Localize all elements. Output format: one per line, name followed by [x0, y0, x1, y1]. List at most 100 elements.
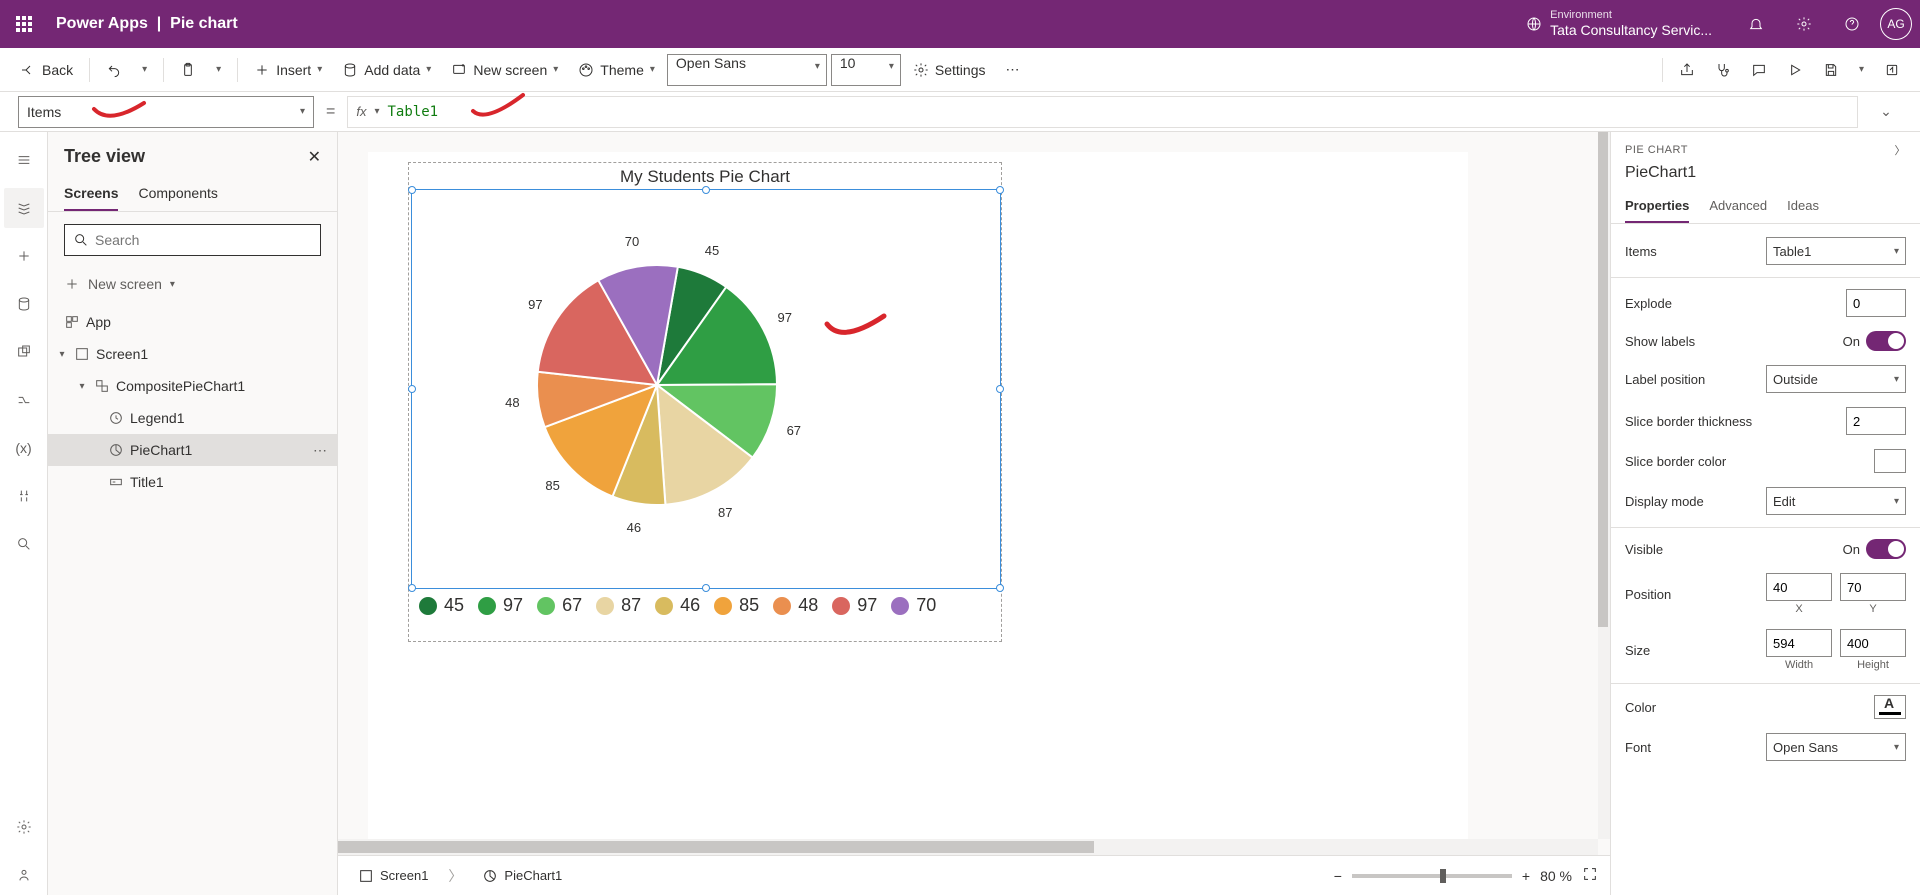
play-button[interactable]: [1779, 54, 1811, 86]
annotation-check-icon: [89, 99, 149, 125]
fit-screen-button[interactable]: [1582, 866, 1598, 885]
resize-handle[interactable]: [408, 385, 416, 393]
resize-handle[interactable]: [702, 584, 710, 592]
resize-handle[interactable]: [996, 584, 1004, 592]
rail-media-icon[interactable]: [4, 332, 44, 372]
breadcrumb-screen[interactable]: Screen1: [350, 864, 436, 888]
formula-input[interactable]: fx ▾ Table1: [347, 96, 1858, 128]
more-button[interactable]: ⋯: [997, 54, 1027, 86]
prop-labelpos-select[interactable]: Outside: [1766, 365, 1906, 393]
font-size-input[interactable]: 10: [831, 54, 901, 86]
pie-slice-label: 46: [627, 520, 641, 535]
pie-slice-label: 67: [787, 423, 801, 438]
tree-new-screen-button[interactable]: New screen▾: [64, 270, 321, 298]
close-tree-button[interactable]: ✕: [308, 147, 321, 167]
horizontal-scrollbar[interactable]: [338, 839, 1598, 855]
comments-button[interactable]: [1743, 54, 1775, 86]
expand-formula-button[interactable]: ⌄: [1870, 103, 1902, 120]
notifications-icon[interactable]: [1736, 4, 1776, 44]
checker-button[interactable]: [1707, 54, 1739, 86]
theme-button[interactable]: Theme▾: [570, 54, 663, 86]
back-button[interactable]: Back: [12, 54, 81, 86]
rail-variables-icon[interactable]: (x): [4, 428, 44, 468]
prop-bordercolor-swatch[interactable]: [1874, 449, 1906, 473]
pie-slice-label: 97: [778, 310, 792, 325]
prop-y-input[interactable]: [1840, 573, 1906, 601]
zoom-in-button[interactable]: +: [1522, 868, 1530, 884]
stethoscope-icon: [1715, 62, 1731, 78]
font-family-select[interactable]: Open Sans: [667, 54, 827, 86]
help-icon[interactable]: [1832, 4, 1872, 44]
tab-properties[interactable]: Properties: [1625, 190, 1689, 223]
tree-search-input[interactable]: [64, 224, 321, 256]
rail-insert-icon[interactable]: [4, 236, 44, 276]
design-canvas[interactable]: My Students Pie Chart 459767874685489770: [368, 152, 1468, 855]
chevron-down-icon[interactable]: ▾: [76, 381, 88, 392]
rail-data-icon[interactable]: [4, 284, 44, 324]
zoom-slider[interactable]: [1352, 874, 1512, 878]
add-data-button[interactable]: Add data▾: [334, 54, 439, 86]
prop-visible-toggle[interactable]: [1866, 539, 1906, 559]
save-dropdown[interactable]: ▾: [1851, 54, 1872, 86]
prop-border-input[interactable]: [1846, 407, 1906, 435]
prop-x-input[interactable]: [1766, 573, 1832, 601]
undo-dropdown[interactable]: ▾: [134, 54, 155, 86]
share-button[interactable]: [1671, 54, 1703, 86]
tree-item-title[interactable]: Title1: [48, 466, 337, 498]
panel-expand-button[interactable]: 〉: [1895, 142, 1907, 158]
resize-handle[interactable]: [996, 186, 1004, 194]
settings-gear-icon[interactable]: [1784, 4, 1824, 44]
rail-hamburger-icon[interactable]: [4, 140, 44, 180]
rail-tools-icon[interactable]: [4, 476, 44, 516]
tree-item-piechart[interactable]: PieChart1 ⋯: [48, 434, 337, 466]
chevron-down-icon[interactable]: ▾: [56, 349, 68, 360]
prop-showlabels-toggle[interactable]: [1866, 331, 1906, 351]
tab-components[interactable]: Components: [138, 177, 217, 211]
resize-handle[interactable]: [408, 186, 416, 194]
resize-handle[interactable]: [408, 584, 416, 592]
tree-item-app[interactable]: App: [48, 306, 337, 338]
tab-ideas[interactable]: Ideas: [1787, 190, 1819, 223]
environment-picker[interactable]: Environment Tata Consultancy Servic...: [1526, 9, 1712, 39]
tab-screens[interactable]: Screens: [64, 177, 118, 211]
new-screen-button[interactable]: New screen▾: [443, 54, 566, 86]
group-icon: [94, 378, 110, 394]
tree-item-legend[interactable]: Legend1: [48, 402, 337, 434]
tree-item-screen1[interactable]: ▾ Screen1: [48, 338, 337, 370]
rail-virtualagent-icon[interactable]: [4, 855, 44, 895]
rail-tree-icon[interactable]: [4, 188, 44, 228]
pie-chart-control[interactable]: 459767874685489770: [411, 189, 1001, 589]
panel-section-label: PIE CHART: [1625, 144, 1688, 156]
prop-explode-input[interactable]: [1846, 289, 1906, 317]
waffle-menu-icon[interactable]: [8, 8, 40, 40]
prop-height-input[interactable]: [1840, 629, 1906, 657]
user-avatar[interactable]: AG: [1880, 8, 1912, 40]
prop-font-select[interactable]: Open Sans: [1766, 733, 1906, 761]
composite-pie-chart[interactable]: My Students Pie Chart 459767874685489770: [408, 162, 1002, 642]
prop-showlabels-label: Show labels: [1625, 334, 1695, 349]
tree-item-composite[interactable]: ▾ CompositePieChart1: [48, 370, 337, 402]
chart-legend[interactable]: 459767874685489770: [411, 589, 999, 622]
tab-advanced[interactable]: Advanced: [1709, 190, 1767, 223]
breadcrumb-element[interactable]: PieChart1: [474, 864, 570, 888]
prop-width-input[interactable]: [1766, 629, 1832, 657]
undo-button[interactable]: [98, 54, 130, 86]
publish-button[interactable]: [1876, 54, 1908, 86]
paste-dropdown[interactable]: ▾: [208, 54, 229, 86]
insert-button[interactable]: Insert▾: [246, 54, 330, 86]
save-button[interactable]: [1815, 54, 1847, 86]
rail-flows-icon[interactable]: [4, 380, 44, 420]
prop-color-swatch[interactable]: [1874, 695, 1906, 719]
rail-search-icon[interactable]: [4, 524, 44, 564]
rail-settings-icon[interactable]: [4, 807, 44, 847]
resize-handle[interactable]: [996, 385, 1004, 393]
property-select[interactable]: Items▾: [18, 96, 314, 128]
prop-display-select[interactable]: Edit: [1766, 487, 1906, 515]
settings-button[interactable]: Settings: [905, 54, 994, 86]
resize-handle[interactable]: [702, 186, 710, 194]
prop-bordercolor-label: Slice border color: [1625, 454, 1726, 469]
item-more-button[interactable]: ⋯: [313, 442, 329, 459]
prop-items-select[interactable]: Table1: [1766, 237, 1906, 265]
paste-button[interactable]: [172, 54, 204, 86]
zoom-out-button[interactable]: −: [1334, 868, 1342, 884]
